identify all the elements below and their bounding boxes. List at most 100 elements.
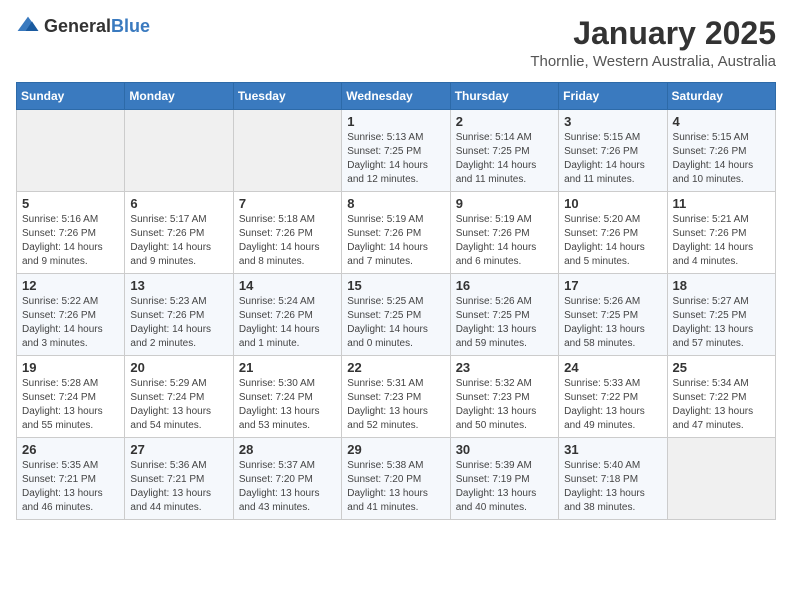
day-info: Sunrise: 5:30 AM Sunset: 7:24 PM Dayligh… <box>239 377 336 433</box>
day-number: 31 <box>564 442 661 457</box>
day-number: 27 <box>130 442 227 457</box>
day-info: Sunrise: 5:36 AM Sunset: 7:21 PM Dayligh… <box>130 459 227 515</box>
day-number: 6 <box>130 196 227 211</box>
day-number: 20 <box>130 360 227 375</box>
day-info: Sunrise: 5:21 AM Sunset: 7:26 PM Dayligh… <box>673 213 770 269</box>
weekday-header-thursday: Thursday <box>450 83 558 110</box>
weekday-header-tuesday: Tuesday <box>233 83 341 110</box>
day-number: 17 <box>564 278 661 293</box>
calendar-cell: 7 Sunrise: 5:18 AM Sunset: 7:26 PM Daylig… <box>233 192 341 274</box>
calendar-cell: 21 Sunrise: 5:30 AM Sunset: 7:24 PM Dayli… <box>233 356 341 438</box>
day-info: Sunrise: 5:40 AM Sunset: 7:18 PM Dayligh… <box>564 459 661 515</box>
day-number: 19 <box>22 360 119 375</box>
calendar-title: January 2025 <box>530 16 776 51</box>
day-number: 11 <box>673 196 770 211</box>
calendar-cell: 2Sunrise: 5:14 AM Sunset: 7:25 PM Daylig… <box>450 110 558 192</box>
day-number: 4 <box>673 114 770 129</box>
calendar-cell: 8 Sunrise: 5:19 AM Sunset: 7:26 PM Daylig… <box>342 192 450 274</box>
calendar-cell: 27 Sunrise: 5:36 AM Sunset: 7:21 PM Dayli… <box>125 438 233 520</box>
day-info: Sunrise: 5:33 AM Sunset: 7:22 PM Dayligh… <box>564 377 661 433</box>
calendar-cell: 13Sunrise: 5:23 AM Sunset: 7:26 PM Dayli… <box>125 274 233 356</box>
day-info: Sunrise: 5:32 AM Sunset: 7:23 PM Dayligh… <box>456 377 553 433</box>
day-info: Sunrise: 5:19 AM Sunset: 7:26 PM Dayligh… <box>347 213 444 269</box>
day-number: 10 <box>564 196 661 211</box>
day-number: 8 <box>347 196 444 211</box>
day-info: Sunrise: 5:34 AM Sunset: 7:22 PM Dayligh… <box>673 377 770 433</box>
weekday-header-friday: Friday <box>559 83 667 110</box>
calendar-cell: 10 Sunrise: 5:20 AM Sunset: 7:26 PM Dayli… <box>559 192 667 274</box>
day-info: Sunrise: 5:28 AM Sunset: 7:24 PM Dayligh… <box>22 377 119 433</box>
day-number: 3 <box>564 114 661 129</box>
title-block: January 2025 Thornlie, Western Australia… <box>530 16 776 70</box>
day-number: 22 <box>347 360 444 375</box>
day-info: Sunrise: 5:35 AM Sunset: 7:21 PM Dayligh… <box>22 459 119 515</box>
day-number: 28 <box>239 442 336 457</box>
calendar-cell <box>233 110 341 192</box>
day-number: 7 <box>239 196 336 211</box>
calendar-cell: 4 Sunrise: 5:15 AM Sunset: 7:26 PM Daylig… <box>667 110 775 192</box>
calendar-cell: 16Sunrise: 5:26 AM Sunset: 7:25 PM Dayli… <box>450 274 558 356</box>
day-number: 14 <box>239 278 336 293</box>
calendar-cell: 6 Sunrise: 5:17 AM Sunset: 7:26 PM Daylig… <box>125 192 233 274</box>
day-number: 23 <box>456 360 553 375</box>
day-info: Sunrise: 5:39 AM Sunset: 7:19 PM Dayligh… <box>456 459 553 515</box>
day-info: Sunrise: 5:19 AM Sunset: 7:26 PM Dayligh… <box>456 213 553 269</box>
calendar-cell: 20Sunrise: 5:29 AM Sunset: 7:24 PM Dayli… <box>125 356 233 438</box>
day-number: 29 <box>347 442 444 457</box>
calendar-week-row: 19 Sunrise: 5:28 AM Sunset: 7:24 PM Dayli… <box>17 356 776 438</box>
day-info: Sunrise: 5:38 AM Sunset: 7:20 PM Dayligh… <box>347 459 444 515</box>
day-number: 9 <box>456 196 553 211</box>
weekday-header-monday: Monday <box>125 83 233 110</box>
day-number: 12 <box>22 278 119 293</box>
calendar-cell: 17 Sunrise: 5:26 AM Sunset: 7:25 PM Dayli… <box>559 274 667 356</box>
calendar-cell: 11 Sunrise: 5:21 AM Sunset: 7:26 PM Dayli… <box>667 192 775 274</box>
logo: GeneralBlue <box>16 16 150 37</box>
calendar-cell: 31 Sunrise: 5:40 AM Sunset: 7:18 PM Dayli… <box>559 438 667 520</box>
calendar-cell: 14Sunrise: 5:24 AM Sunset: 7:26 PM Dayli… <box>233 274 341 356</box>
day-info: Sunrise: 5:26 AM Sunset: 7:25 PM Dayligh… <box>564 295 661 351</box>
calendar-cell: 23 Sunrise: 5:32 AM Sunset: 7:23 PM Dayli… <box>450 356 558 438</box>
day-info: Sunrise: 5:17 AM Sunset: 7:26 PM Dayligh… <box>130 213 227 269</box>
calendar-cell <box>17 110 125 192</box>
calendar-subtitle: Thornlie, Western Australia, Australia <box>530 53 776 70</box>
day-info: Sunrise: 5:23 AM Sunset: 7:26 PM Dayligh… <box>130 295 227 351</box>
calendar-cell: 28Sunrise: 5:37 AM Sunset: 7:20 PM Dayli… <box>233 438 341 520</box>
day-info: Sunrise: 5:14 AM Sunset: 7:25 PM Dayligh… <box>456 131 553 187</box>
day-number: 1 <box>347 114 444 129</box>
calendar-cell: 30 Sunrise: 5:39 AM Sunset: 7:19 PM Dayli… <box>450 438 558 520</box>
day-info: Sunrise: 5:22 AM Sunset: 7:26 PM Dayligh… <box>22 295 119 351</box>
logo-blue-text: Blue <box>111 16 150 36</box>
calendar-cell: 5Sunrise: 5:16 AM Sunset: 7:26 PM Daylig… <box>17 192 125 274</box>
calendar-cell: 1Sunrise: 5:13 AM Sunset: 7:25 PM Daylig… <box>342 110 450 192</box>
calendar-cell: 18Sunrise: 5:27 AM Sunset: 7:25 PM Dayli… <box>667 274 775 356</box>
page-header: GeneralBlue January 2025 Thornlie, Weste… <box>16 16 776 70</box>
day-info: Sunrise: 5:25 AM Sunset: 7:25 PM Dayligh… <box>347 295 444 351</box>
day-info: Sunrise: 5:15 AM Sunset: 7:26 PM Dayligh… <box>673 131 770 187</box>
calendar-cell: 19 Sunrise: 5:28 AM Sunset: 7:24 PM Dayli… <box>17 356 125 438</box>
day-number: 26 <box>22 442 119 457</box>
calendar-week-row: 5Sunrise: 5:16 AM Sunset: 7:26 PM Daylig… <box>17 192 776 274</box>
calendar-cell: 25 Sunrise: 5:34 AM Sunset: 7:22 PM Dayli… <box>667 356 775 438</box>
day-info: Sunrise: 5:20 AM Sunset: 7:26 PM Dayligh… <box>564 213 661 269</box>
calendar-cell: 24Sunrise: 5:33 AM Sunset: 7:22 PM Dayli… <box>559 356 667 438</box>
day-number: 21 <box>239 360 336 375</box>
weekday-header-sunday: Sunday <box>17 83 125 110</box>
calendar-cell: 29 Sunrise: 5:38 AM Sunset: 7:20 PM Dayli… <box>342 438 450 520</box>
logo-icon <box>16 15 40 35</box>
day-number: 18 <box>673 278 770 293</box>
calendar-cell: 26 Sunrise: 5:35 AM Sunset: 7:21 PM Dayli… <box>17 438 125 520</box>
day-number: 16 <box>456 278 553 293</box>
day-number: 25 <box>673 360 770 375</box>
calendar-table: SundayMondayTuesdayWednesdayThursdayFrid… <box>16 82 776 520</box>
weekday-header-row: SundayMondayTuesdayWednesdayThursdayFrid… <box>17 83 776 110</box>
logo-general-text: General <box>44 16 111 36</box>
calendar-cell: 9 Sunrise: 5:19 AM Sunset: 7:26 PM Daylig… <box>450 192 558 274</box>
calendar-cell <box>667 438 775 520</box>
calendar-cell <box>125 110 233 192</box>
weekday-header-wednesday: Wednesday <box>342 83 450 110</box>
calendar-cell: 12 Sunrise: 5:22 AM Sunset: 7:26 PM Dayli… <box>17 274 125 356</box>
calendar-week-row: 12 Sunrise: 5:22 AM Sunset: 7:26 PM Dayli… <box>17 274 776 356</box>
day-info: Sunrise: 5:18 AM Sunset: 7:26 PM Dayligh… <box>239 213 336 269</box>
calendar-cell: 22Sunrise: 5:31 AM Sunset: 7:23 PM Dayli… <box>342 356 450 438</box>
day-number: 30 <box>456 442 553 457</box>
